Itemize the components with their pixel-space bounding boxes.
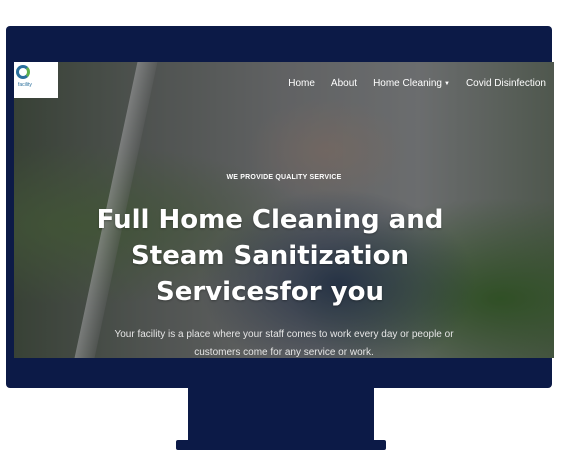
nav-home-label: Home	[288, 78, 315, 89]
nav-home-cleaning[interactable]: Home Cleaning ▼	[365, 78, 458, 89]
logo-text: facility	[18, 82, 32, 88]
nav-about-label: About	[330, 78, 358, 89]
subtext-line: customers come for any service or work.	[194, 347, 374, 358]
hero-subtext: Your facility is a place where your staf…	[74, 326, 494, 358]
hero-headline: Full Home Cleaning and Steam Sanitizatio…	[70, 202, 470, 310]
hero-tagline: WE PROVIDE QUALITY SERVICE	[226, 174, 342, 181]
nav-home-cleaning-label: Home Cleaning	[373, 78, 442, 89]
site-logo[interactable]: facility	[14, 62, 58, 98]
nav-covid-disinfection[interactable]: Covid Disinfection	[458, 78, 554, 89]
nav-about[interactable]: About	[323, 78, 365, 89]
subtext-line: Your facility is a place where your staf…	[114, 329, 454, 340]
monitor-stand-base	[176, 440, 386, 450]
website-screen: facility Home About Home Cleaning ▼ Covi…	[14, 62, 554, 358]
nav-covid-disinfection-label: Covid Disinfection	[465, 78, 546, 89]
headline-line: Steam Sanitization	[131, 241, 409, 271]
headline-line: Full Home Cleaning and	[96, 205, 444, 235]
nav-home[interactable]: Home	[280, 78, 323, 89]
headline-line: Servicesfor you	[156, 277, 384, 307]
logo-icon	[16, 65, 30, 79]
chevron-down-icon: ▼	[444, 80, 450, 87]
monitor-stand	[188, 387, 374, 443]
main-nav: Home About Home Cleaning ▼ Covid Disinfe…	[280, 78, 554, 89]
